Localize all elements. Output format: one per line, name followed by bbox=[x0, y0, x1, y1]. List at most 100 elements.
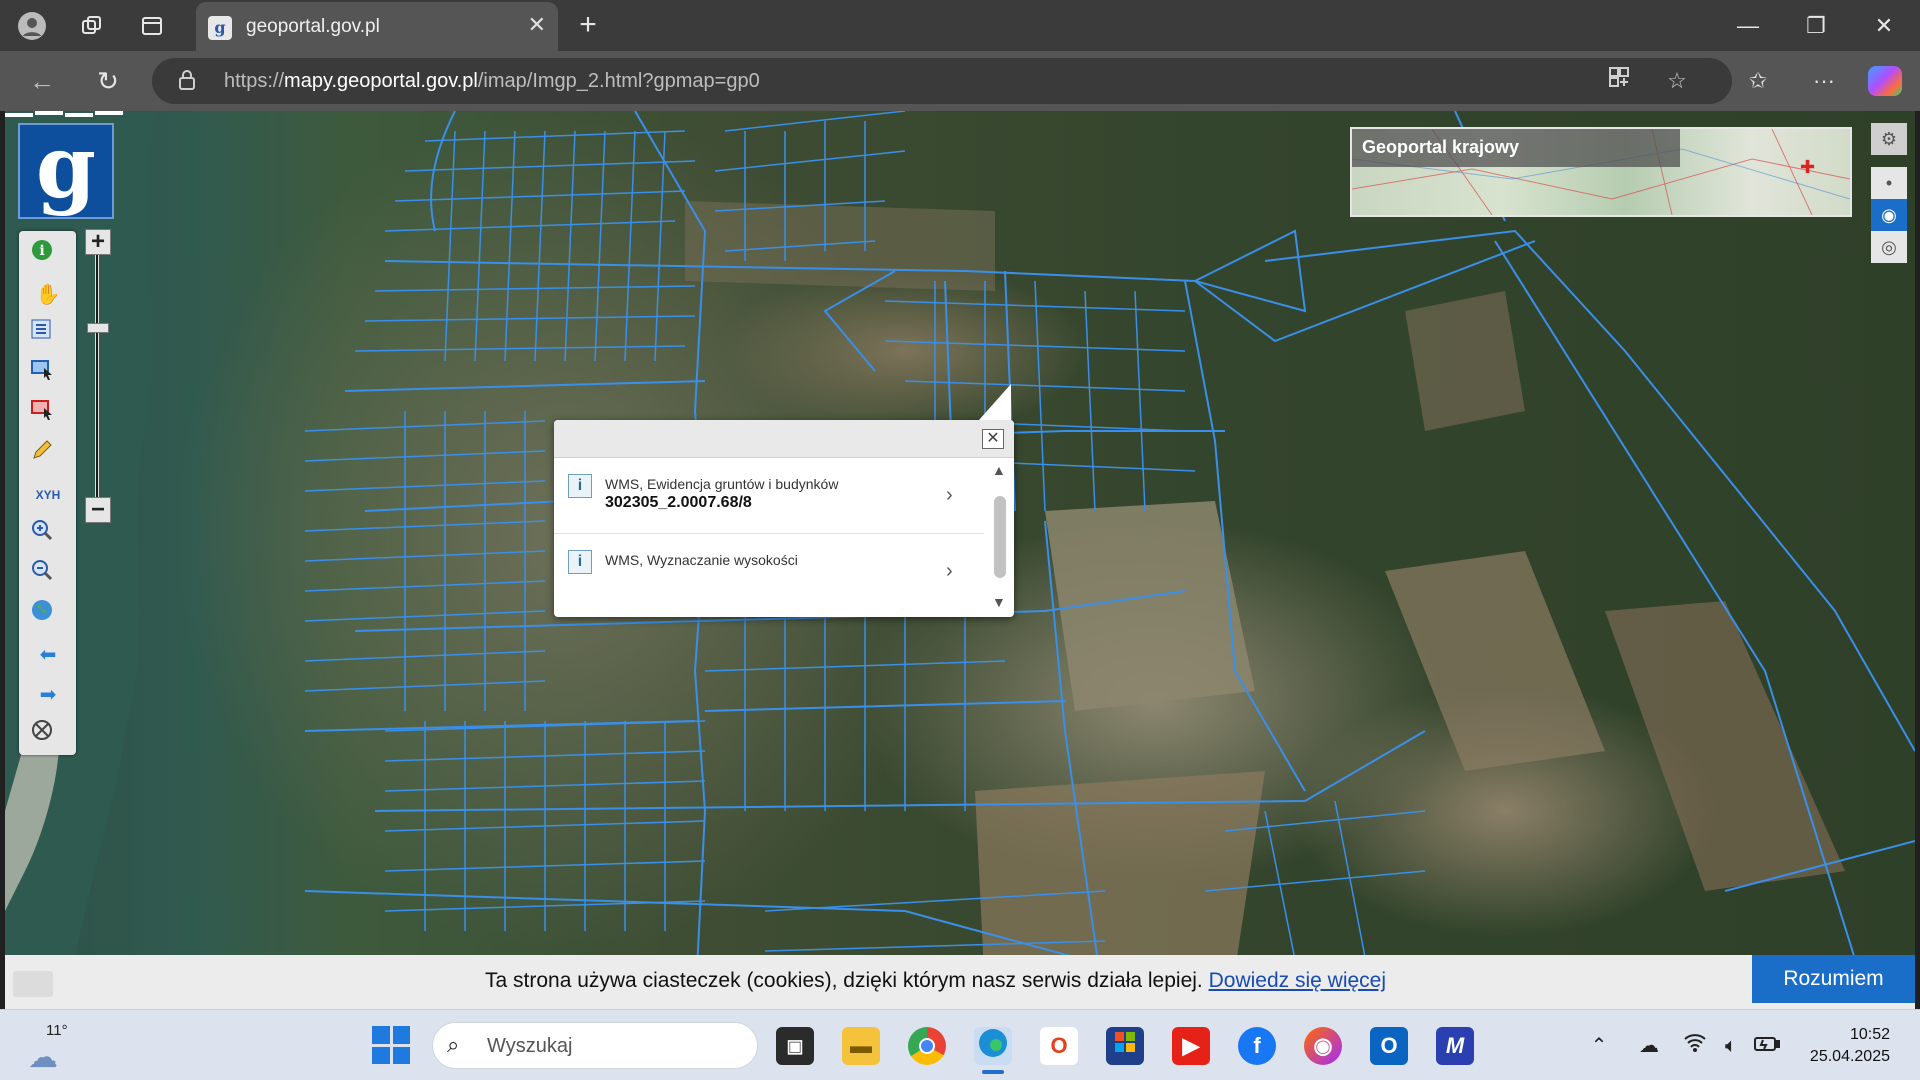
tab-title: geoportal.gov.pl bbox=[246, 16, 380, 37]
previous-view-icon[interactable]: ⬅ bbox=[31, 639, 65, 671]
cookie-text: Ta strona używa ciasteczek (cookies), dz… bbox=[485, 969, 1387, 992]
overview-label: Geoportal krajowy bbox=[1352, 129, 1680, 167]
taskbar-search[interactable]: ⌕ Wyszukaj bbox=[432, 1022, 758, 1069]
start-button[interactable] bbox=[372, 1026, 410, 1064]
zoom-out-button[interactable]: − bbox=[85, 497, 111, 523]
clear-selection-icon[interactable] bbox=[31, 399, 65, 431]
edge-active-indicator bbox=[982, 1070, 1004, 1074]
cookie-accept-button[interactable]: Rozumiem bbox=[1752, 955, 1915, 1003]
zoom-thumb[interactable] bbox=[87, 323, 109, 333]
scroll-up-icon[interactable]: ▲ bbox=[992, 462, 1006, 478]
onedrive-icon[interactable]: ☁ bbox=[1634, 1032, 1664, 1060]
clock-date: 25.04.2025 bbox=[1809, 1048, 1890, 1065]
more-icon[interactable]: ··· bbox=[1806, 63, 1842, 99]
new-tab-button[interactable]: + bbox=[570, 8, 606, 44]
clock-time: 10:52 bbox=[1849, 1026, 1890, 1043]
zoom-in-icon[interactable] bbox=[31, 519, 65, 551]
scroll-down-icon[interactable]: ▼ bbox=[992, 594, 1006, 610]
favorite-star-icon[interactable]: ☆ bbox=[1662, 66, 1692, 96]
copilot-icon[interactable] bbox=[1868, 66, 1902, 96]
cloud-icon: ☁ bbox=[28, 1041, 58, 1074]
refresh-icon[interactable]: ↻ bbox=[90, 63, 126, 99]
scale-bar bbox=[5, 111, 123, 117]
zoom-rail bbox=[95, 249, 99, 499]
overview-map[interactable]: Geoportal krajowy ✚ bbox=[1350, 127, 1852, 217]
battery-icon[interactable] bbox=[1752, 1032, 1782, 1060]
youtube-icon[interactable]: ▶ bbox=[1172, 1027, 1210, 1065]
weather-widget[interactable]: 11° ☁ bbox=[28, 1022, 72, 1074]
office-icon[interactable]: O bbox=[1040, 1027, 1078, 1065]
reset-icon[interactable] bbox=[31, 719, 65, 751]
popup-header: ✕ bbox=[554, 420, 1014, 458]
popup-item[interactable]: i WMS, Wyznaczanie wysokości › bbox=[554, 534, 984, 610]
address-bar[interactable]: https://mapy.geoportal.gov.pl/imap/Imgp_… bbox=[152, 58, 1732, 104]
location-pin-icon: ✚ bbox=[1800, 157, 1816, 177]
cookie-more-link[interactable]: Dowiedz się więcej bbox=[1209, 969, 1386, 992]
workspaces-icon[interactable] bbox=[74, 8, 110, 44]
info-icon[interactable]: i bbox=[31, 239, 65, 271]
svg-text:i: i bbox=[39, 243, 44, 259]
zoom-out-icon[interactable] bbox=[31, 559, 65, 591]
outlook-icon[interactable]: O bbox=[1370, 1027, 1408, 1065]
pan-icon[interactable]: ✋ bbox=[31, 279, 65, 311]
browser-app-icon[interactable]: ◉ bbox=[1304, 1027, 1342, 1065]
chevron-right-icon[interactable]: › bbox=[946, 560, 953, 583]
task-view-icon[interactable]: ▣ bbox=[776, 1027, 814, 1065]
close-tab-icon[interactable]: ✕ bbox=[528, 12, 546, 38]
windows-taskbar: 11° ☁ ⌕ Wyszukaj ▣ ▬ O ▶ f ◉ O M ⌃ ☁ 🔈︎ … bbox=[0, 1009, 1920, 1080]
feature-info-popup: ✕ i WMS, Ewidencja gruntów i budynków 30… bbox=[554, 384, 1014, 617]
cookie-bar: Ta strona używa ciasteczek (cookies), dz… bbox=[5, 955, 1915, 1009]
restore-icon[interactable]: ❐ bbox=[1792, 8, 1840, 44]
edge-icon[interactable] bbox=[974, 1027, 1012, 1065]
browser-toolbar: ← ↻ https://mapy.geoportal.gov.pl/imap/I… bbox=[0, 51, 1920, 111]
search-placeholder: Wyszukaj bbox=[487, 1035, 573, 1057]
geoportal-favicon-icon: g bbox=[208, 16, 232, 40]
search-icon: ⌕ bbox=[447, 1032, 460, 1057]
wifi-icon[interactable] bbox=[1680, 1032, 1710, 1060]
chrome-icon[interactable] bbox=[908, 1027, 946, 1065]
info-icon: i bbox=[568, 474, 592, 498]
zoom-slider[interactable]: + − bbox=[85, 229, 111, 523]
next-view-icon[interactable]: ➡ bbox=[31, 679, 65, 711]
tab-actions-icon[interactable] bbox=[134, 8, 170, 44]
popup-pointer bbox=[979, 384, 1011, 420]
favorites-icon[interactable]: ✩ bbox=[1740, 63, 1776, 99]
chevron-right-icon[interactable]: › bbox=[946, 484, 953, 507]
lock-icon[interactable] bbox=[178, 69, 196, 96]
browser-tab[interactable]: g geoportal.gov.pl ✕ bbox=[196, 2, 558, 51]
visibility-dot-icon[interactable]: • bbox=[1871, 167, 1907, 199]
popup-item[interactable]: i WMS, Ewidencja gruntów i budynków 3023… bbox=[554, 458, 984, 534]
store-icon[interactable] bbox=[1106, 1027, 1144, 1065]
zoom-in-button[interactable]: + bbox=[85, 229, 111, 255]
xyh-icon[interactable]: XYH bbox=[31, 479, 65, 511]
app-available-icon[interactable] bbox=[1604, 66, 1634, 96]
weather-temp: 11° bbox=[46, 1022, 68, 1039]
map-corner-button[interactable] bbox=[13, 971, 53, 997]
geoportal-logo[interactable]: g bbox=[18, 123, 114, 219]
minimize-icon[interactable]: — bbox=[1724, 8, 1772, 44]
legend-icon[interactable] bbox=[31, 319, 65, 351]
close-window-icon[interactable]: ✕ bbox=[1860, 8, 1908, 44]
map-viewport[interactable]: g i ✋ XYH ⬅ ➡ + − Geoportal krajowy ✚ ⚙ … bbox=[5, 111, 1915, 1009]
popup-item-source: WMS, Wyznaczanie wysokości bbox=[605, 552, 798, 568]
chevron-up-icon[interactable]: ⌃ bbox=[1584, 1032, 1614, 1060]
facebook-icon[interactable]: f bbox=[1238, 1027, 1276, 1065]
file-explorer-icon[interactable]: ▬ bbox=[842, 1027, 880, 1065]
browser-titlebar: g geoportal.gov.pl ✕ + — ❐ ✕ bbox=[0, 0, 1920, 51]
settings-icon[interactable]: ⚙ bbox=[1871, 123, 1907, 155]
eye-active-icon[interactable]: ◉ bbox=[1871, 199, 1907, 231]
select-icon[interactable] bbox=[31, 359, 65, 391]
profile-icon[interactable] bbox=[14, 8, 50, 44]
back-icon[interactable]: ← bbox=[24, 63, 60, 99]
map-toolbar: i ✋ XYH ⬅ ➡ bbox=[19, 231, 76, 755]
volume-icon[interactable]: 🔈︎ bbox=[1716, 1032, 1746, 1060]
popup-scrollbar[interactable]: ▲ ▼ bbox=[984, 458, 1014, 617]
eye-icon[interactable]: ◎ bbox=[1871, 231, 1907, 263]
full-extent-icon[interactable] bbox=[31, 599, 65, 631]
close-popup-icon[interactable]: ✕ bbox=[982, 429, 1004, 449]
scroll-thumb[interactable] bbox=[994, 496, 1006, 578]
system-clock[interactable]: 10:52 25.04.2025 bbox=[1780, 1024, 1890, 1068]
popup-item-source: WMS, Ewidencja gruntów i budynków bbox=[605, 476, 839, 492]
draw-icon[interactable] bbox=[31, 439, 65, 471]
app-icon[interactable]: M bbox=[1436, 1027, 1474, 1065]
